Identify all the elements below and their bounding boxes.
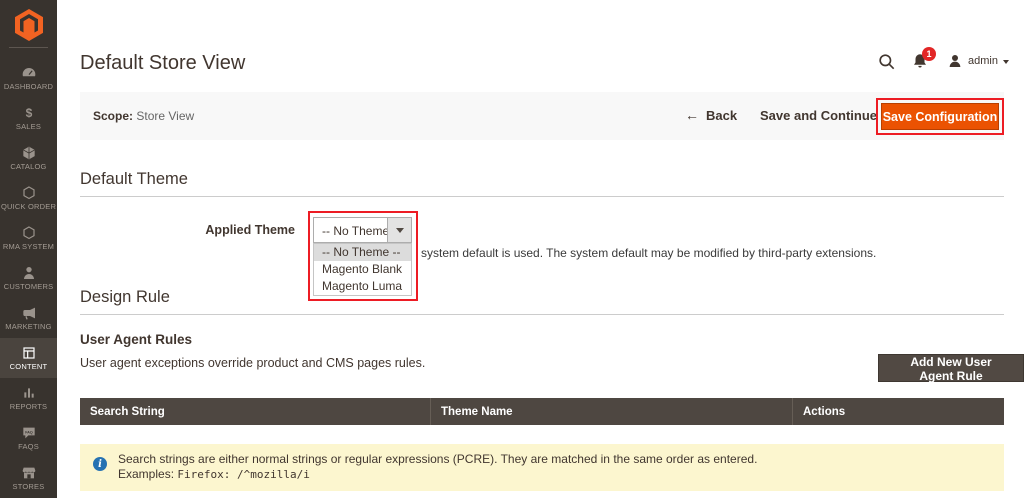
scope-text: Scope: Store View [93, 109, 194, 123]
scope-value: Store View [136, 109, 194, 123]
sidebar-item-quick-order[interactable]: QUICK ORDER [0, 178, 57, 218]
design-rule-heading: Design Rule [80, 288, 170, 307]
content-icon [21, 345, 37, 360]
sidebar-item-rma-system[interactable]: RMA SYSTEM [0, 218, 57, 258]
magento-admin-page: DASHBOARD $ SALES CATALOG QUICK ORDER [0, 0, 1024, 498]
user-agent-rules-description: User agent exceptions override product a… [80, 356, 425, 370]
sidebar-item-marketing[interactable]: MARKETING [0, 298, 57, 338]
sidebar-divider [9, 47, 48, 48]
quick-order-icon [21, 185, 37, 200]
sidebar-item-sales[interactable]: $ SALES [0, 98, 57, 138]
dropdown-option-no-theme[interactable]: -- No Theme -- [314, 244, 411, 261]
sidebar-item-faqs[interactable]: FAQ FAQS [0, 418, 57, 458]
search-icon [877, 52, 897, 72]
applied-theme-select[interactable]: -- No Theme -- [313, 217, 412, 243]
sales-icon: $ [21, 105, 37, 120]
back-button-label: Back [706, 108, 737, 123]
sidebar-item-label: QUICK ORDER [1, 202, 56, 211]
sidebar-item-label: FAQS [18, 442, 39, 451]
sidebar-item-label: RMA SYSTEM [3, 242, 54, 251]
add-new-user-agent-rule-button[interactable]: Add New User Agent Rule [878, 354, 1024, 382]
notification-badge: 1 [922, 47, 936, 61]
sidebar-item-dashboard[interactable]: DASHBOARD [0, 58, 57, 98]
annotation-highlight-applied-theme: -- No Theme -- -- No Theme -- Magento Bl… [308, 211, 418, 301]
rma-system-icon [21, 225, 37, 240]
notice-text-line2: Examples: Firefox: /^mozilla/i [118, 467, 310, 481]
save-and-continue-button[interactable]: Save and Continue [760, 108, 877, 123]
faqs-icon: FAQ [21, 425, 37, 440]
annotation-highlight-save-configuration: Save Configuration [876, 98, 1004, 135]
notice-text-line1: Search strings are either normal strings… [118, 452, 757, 466]
magento-logo[interactable] [0, 8, 57, 42]
caret-down-icon [1003, 60, 1009, 67]
notice-examples-label: Examples: [118, 467, 174, 481]
select-caret-button[interactable] [387, 218, 411, 242]
chevron-down-icon [396, 228, 404, 237]
svg-text:FAQ: FAQ [25, 430, 33, 434]
column-header-search-string: Search String [80, 398, 431, 425]
applied-theme-dropdown: -- No Theme -- Magento Blank Magento Lum… [313, 243, 412, 296]
sidebar-item-label: MARKETING [5, 322, 51, 331]
column-header-theme-name: Theme Name [431, 398, 793, 425]
svg-text:$: $ [25, 106, 32, 120]
sidebar-item-stores[interactable]: STORES [0, 458, 57, 498]
sidebar-nav: DASHBOARD $ SALES CATALOG QUICK ORDER [0, 58, 57, 498]
sidebar-item-label: STORES [13, 482, 45, 491]
marketing-icon [21, 305, 37, 320]
sidebar-item-content[interactable]: CONTENT [0, 338, 57, 378]
user-icon [947, 53, 963, 69]
column-header-actions: Actions [793, 398, 1004, 425]
sidebar-item-label: SALES [16, 122, 41, 131]
notice-example-code: Firefox: /^mozilla/i [177, 468, 309, 481]
user-agent-rules-heading: User Agent Rules [80, 332, 192, 347]
dropdown-option-magento-luma[interactable]: Magento Luma [314, 278, 411, 295]
catalog-icon [21, 145, 37, 160]
applied-theme-label: Applied Theme [175, 223, 295, 237]
stores-icon [21, 465, 37, 480]
dashboard-icon [21, 65, 37, 80]
page-title: Default Store View [80, 52, 245, 75]
search-button[interactable] [877, 52, 897, 77]
admin-username: admin [968, 55, 998, 67]
sidebar-item-reports[interactable]: REPORTS [0, 378, 57, 418]
scope-label: Scope: [93, 109, 133, 123]
reports-icon [21, 385, 37, 400]
search-strings-notice: i Search strings are either normal strin… [80, 444, 1004, 491]
sidebar-item-customers[interactable]: CUSTOMERS [0, 258, 57, 298]
arrow-left-icon: ← [685, 107, 699, 123]
sidebar: DASHBOARD $ SALES CATALOG QUICK ORDER [0, 0, 57, 498]
magento-logo-icon [14, 8, 44, 42]
sidebar-item-label: DASHBOARD [4, 82, 53, 91]
info-icon: i [93, 457, 107, 471]
sidebar-item-label: CONTENT [10, 362, 48, 371]
sidebar-item-label: CUSTOMERS [4, 282, 54, 291]
sidebar-item-label: REPORTS [10, 402, 48, 411]
user-agent-rules-table-header: Search String Theme Name Actions [80, 398, 1004, 425]
sidebar-item-catalog[interactable]: CATALOG [0, 138, 57, 178]
admin-user-menu[interactable]: admin [947, 53, 1009, 69]
customers-icon [21, 265, 37, 280]
sidebar-item-label: CATALOG [10, 162, 46, 171]
applied-theme-note: system default is used. The system defau… [421, 246, 991, 260]
dropdown-option-magento-blank[interactable]: Magento Blank [314, 261, 411, 278]
section-divider [80, 314, 1004, 315]
back-button[interactable]: ← Back [685, 107, 737, 123]
save-configuration-button[interactable]: Save Configuration [881, 103, 999, 130]
notifications-button[interactable]: 1 [911, 52, 929, 75]
scope-bar: Scope: Store View ← Back Save and Contin… [80, 92, 1004, 140]
section-divider [80, 196, 1004, 197]
default-theme-heading: Default Theme [80, 170, 188, 189]
